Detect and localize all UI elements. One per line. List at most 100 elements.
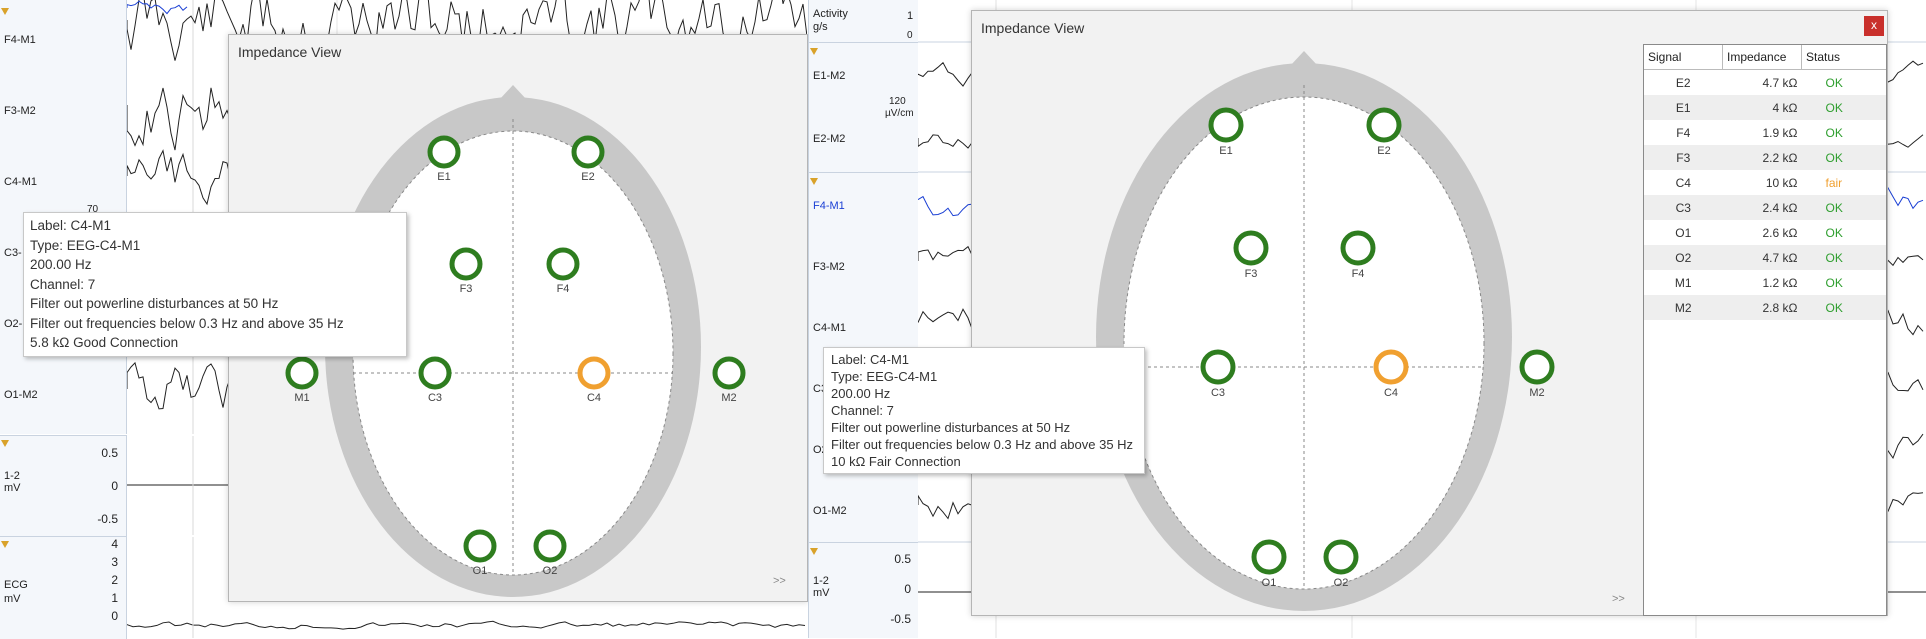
close-button[interactable]: x xyxy=(1864,16,1884,36)
table-cell-impedance: 4.7 kΩ xyxy=(1722,245,1802,270)
filter-icon[interactable] xyxy=(1,8,9,15)
electrode-label: E2 xyxy=(581,171,594,183)
electrode-f3[interactable] xyxy=(449,247,483,281)
channel-label[interactable]: F4-M1 xyxy=(4,34,36,46)
table-cell-impedance: 2.2 kΩ xyxy=(1722,145,1802,170)
column-header[interactable]: Impedance xyxy=(1722,45,1802,70)
impedance-table-panel: Signal Impedance Status E2 4.7 kΩ OK E1 4 kΩ… xyxy=(1643,44,1887,616)
electrode-label: O1 xyxy=(473,565,488,577)
electrode-o2[interactable] xyxy=(1323,539,1359,575)
channel-label[interactable]: F3-M2 xyxy=(4,105,36,117)
filter-icon[interactable] xyxy=(810,178,818,185)
table-cell-impedance: 1.2 kΩ xyxy=(1762,275,1798,290)
electrode-label: C3 xyxy=(428,392,442,404)
electrode-f3[interactable] xyxy=(1233,230,1269,266)
table-row[interactable]: M2 2.8 kΩ OK xyxy=(1644,295,1886,320)
electrode-o2[interactable] xyxy=(533,529,567,563)
table-cell-status: OK xyxy=(1825,125,1843,140)
table-row[interactable]: M1 1.2 kΩ OK xyxy=(1644,270,1886,295)
table-row[interactable]: O1 2.6 kΩ OK xyxy=(1644,220,1886,245)
filter-icon[interactable] xyxy=(810,548,818,555)
table-cell-status: OK xyxy=(1801,145,1886,170)
more-button[interactable]: >> xyxy=(773,575,786,587)
electrode-e2[interactable] xyxy=(571,135,605,169)
channel-label[interactable]: O1-M2 xyxy=(4,389,38,401)
electrode-f4[interactable] xyxy=(546,247,580,281)
channel-label[interactable]: O2- xyxy=(4,318,22,330)
column-header[interactable]: Status xyxy=(1801,45,1886,70)
channel-label[interactable]: C3- xyxy=(4,247,22,259)
filter-icon[interactable] xyxy=(810,48,818,55)
table-cell-signal: F4 xyxy=(1676,125,1691,140)
channel-label[interactable]: C4-M1 xyxy=(4,176,37,188)
electrode-label: C4 xyxy=(1384,387,1398,399)
table-cell-status: OK xyxy=(1801,245,1886,270)
electrode-m1[interactable] xyxy=(285,356,319,390)
electrode-label: F3 xyxy=(1245,268,1258,280)
table-row[interactable]: C3 2.4 kΩ OK xyxy=(1644,195,1886,220)
electrode-m2[interactable] xyxy=(712,356,746,390)
middle-sidebar: Activity g/s 1 0 E1-M2 120 µV/cm E2-M2 F… xyxy=(808,0,919,638)
chart12-unit: mV xyxy=(813,587,830,599)
tooltip-line: 200.00 Hz xyxy=(30,257,92,272)
table-row[interactable]: O2 4.7 kΩ OK xyxy=(1644,245,1886,270)
filter-icon[interactable] xyxy=(1,541,9,548)
table-row[interactable]: E2 4.7 kΩ OK xyxy=(1644,70,1886,96)
filter-icon[interactable] xyxy=(1,440,9,447)
electrode-c3[interactable] xyxy=(418,356,452,390)
electrode-o1[interactable] xyxy=(463,529,497,563)
electrode-e1[interactable] xyxy=(427,135,461,169)
table-row[interactable]: C4 10 kΩ fair xyxy=(1644,170,1886,195)
electrode-c4[interactable] xyxy=(1373,349,1409,385)
tick-label: 0 xyxy=(111,479,118,493)
left-chart12-sidebar: 1-2 mV 0.5 0 -0.5 xyxy=(0,435,127,536)
electrode-label: O2 xyxy=(1334,577,1349,589)
table-cell-signal: F3 xyxy=(1644,145,1723,170)
electrode-c4[interactable] xyxy=(577,356,611,390)
tooltip-line: Type: EEG-C4-M1 xyxy=(831,369,938,384)
electrode-m2[interactable] xyxy=(1519,349,1555,385)
table-cell-signal: M1 xyxy=(1674,275,1692,290)
table-cell-signal: E1 xyxy=(1644,95,1723,120)
tooltip-line: Channel: 7 xyxy=(831,403,894,418)
scale-value: 120 xyxy=(889,96,906,107)
channel-label[interactable]: F3-M2 xyxy=(813,261,845,273)
tick-label: -0.5 xyxy=(890,612,911,626)
column-header[interactable]: Signal xyxy=(1644,45,1723,70)
tooltip-line: Filter out powerline disturbances at 50 … xyxy=(30,296,279,311)
table-cell-signal: E2 xyxy=(1675,75,1691,90)
electrode-e1[interactable] xyxy=(1208,107,1244,143)
electrode-label: E2 xyxy=(1377,145,1390,157)
electrode-e2[interactable] xyxy=(1366,107,1402,143)
electrode-label: F4 xyxy=(557,283,570,295)
electrode-label: O1 xyxy=(1262,577,1277,589)
electrode-o1[interactable] xyxy=(1251,539,1287,575)
table-row[interactable]: E1 4 kΩ OK xyxy=(1644,95,1886,120)
channel-label[interactable]: C4-M1 xyxy=(813,322,846,334)
chart12-label: 1-2 xyxy=(813,575,829,587)
more-button[interactable]: >> xyxy=(1612,593,1625,605)
table-cell-status: OK xyxy=(1801,195,1886,220)
tick-label: 0.5 xyxy=(894,552,911,566)
channel-label[interactable]: F4-M1 xyxy=(813,200,845,212)
table-row[interactable]: F4 1.9 kΩ OK xyxy=(1644,120,1886,145)
tick-label: 2 xyxy=(111,573,118,587)
channel-tooltip: Label: C4-M1 Type: EEG-C4-M1 200.00 Hz C… xyxy=(23,212,407,357)
activity-value: 0 xyxy=(907,30,913,41)
channel-label[interactable]: O1-M2 xyxy=(813,505,847,517)
tooltip-line: Label: C4-M1 xyxy=(831,352,910,367)
electrode-label: E1 xyxy=(1219,145,1232,157)
channel-label[interactable]: E1-M2 xyxy=(813,70,845,82)
electrode-c3[interactable] xyxy=(1200,349,1236,385)
electrode-f4[interactable] xyxy=(1340,230,1376,266)
electrode-label: C3 xyxy=(1211,387,1225,399)
channel-label[interactable]: E2-M2 xyxy=(813,133,845,145)
tick-label: 0.5 xyxy=(101,446,118,460)
activity-label: Activity xyxy=(813,8,848,20)
tick-label: -0.5 xyxy=(97,512,118,526)
chart12-unit: mV xyxy=(4,482,21,494)
table-row[interactable]: F3 2.2 kΩ OK xyxy=(1644,145,1886,170)
impedance-window-right[interactable]: Impedance View x E1E2F3F4M1C3C4M2O1O2 >>… xyxy=(971,10,1888,616)
table-cell-impedance: 2.6 kΩ xyxy=(1762,225,1798,240)
tooltip-line: Channel: 7 xyxy=(30,276,96,292)
